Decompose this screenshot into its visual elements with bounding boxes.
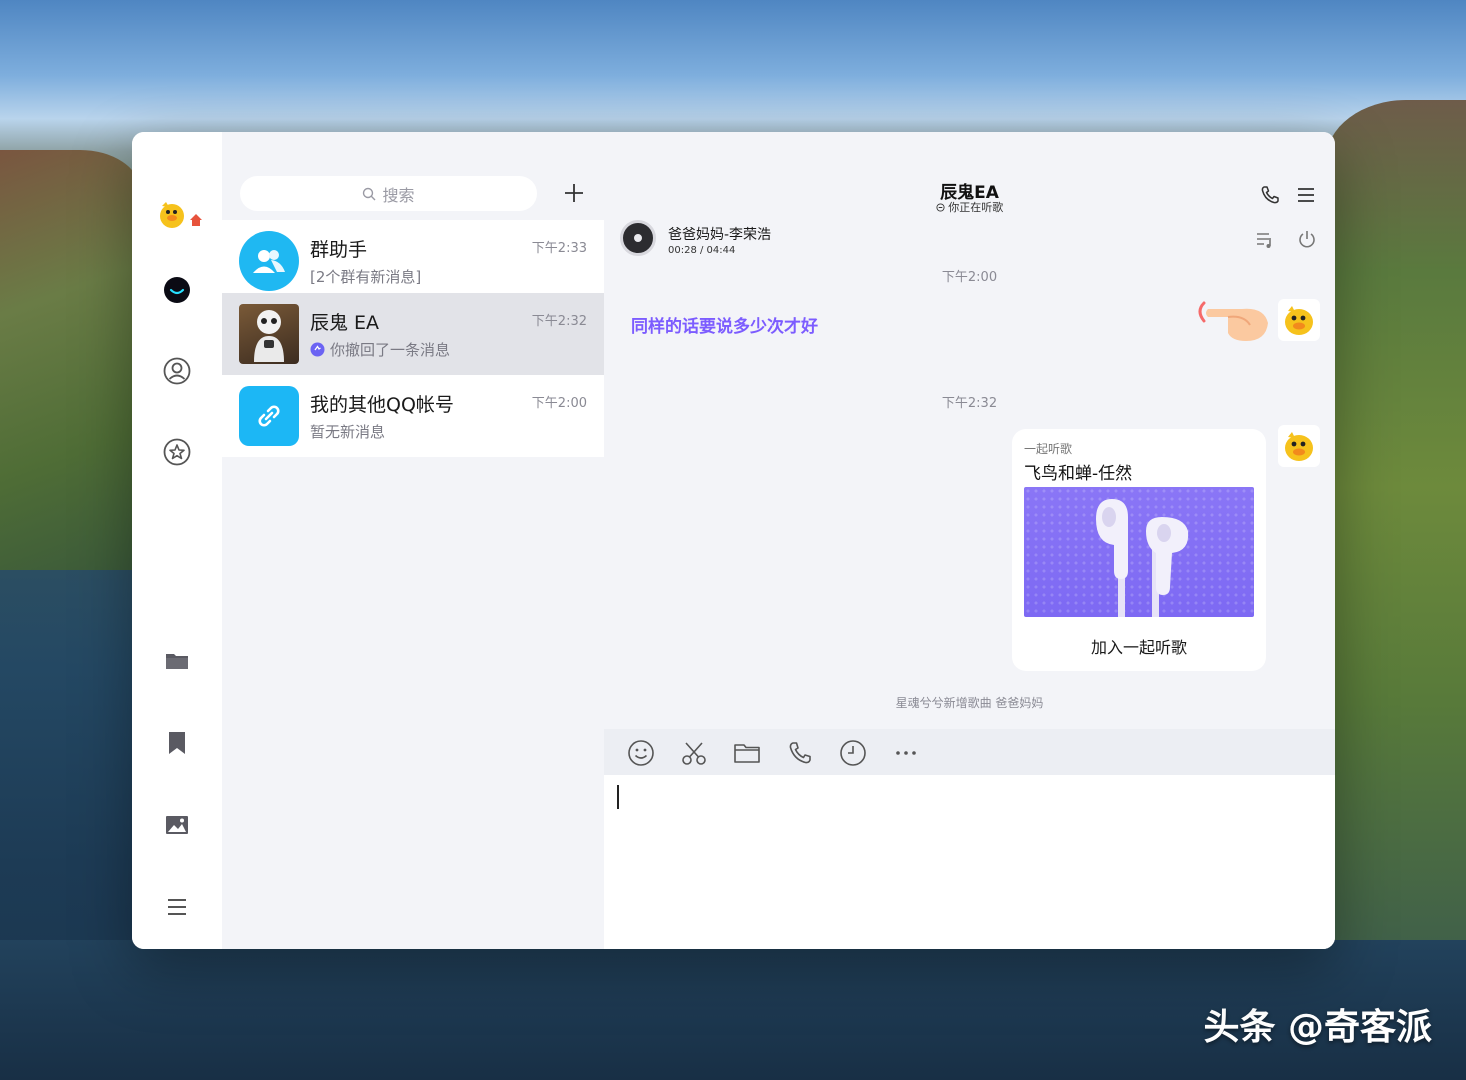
- pointing-hand-sticker: [1198, 301, 1268, 341]
- chat-preview-text: 暂无新消息: [310, 423, 386, 441]
- chat-name: 我的其他QQ帐号: [310, 394, 454, 416]
- chat-item-group-assistant[interactable]: 群助手 [2个群有新消息] 下午2:33: [222, 220, 604, 302]
- folder-send-icon[interactable]: [733, 739, 761, 767]
- qq-window: 搜索 群助手 [2个群有新消息] 下午2:33 辰鬼 EA 你撤回了一条消息 下…: [132, 132, 1335, 949]
- chat-item-chengui-ea[interactable]: 辰鬼 EA 你撤回了一条消息 下午2:32: [222, 293, 604, 375]
- chat-preview: 暂无新消息: [310, 421, 385, 442]
- chat-preview: 你撤回了一条消息: [310, 339, 450, 360]
- group-assistant-icon: [239, 231, 299, 291]
- earphones-art-icon: [1024, 487, 1254, 617]
- scissors-screenshot-icon[interactable]: [680, 739, 708, 767]
- playlist-icon[interactable]: [1255, 231, 1275, 249]
- qq-penguin-avatar[interactable]: [156, 198, 202, 232]
- listen-together-card[interactable]: 一起听歌 飞鸟和蝉-任然 加入一起听歌: [1012, 429, 1266, 671]
- card-tag: 一起听歌: [1024, 442, 1073, 456]
- power-icon[interactable]: [1297, 229, 1317, 249]
- contacts-icon[interactable]: [160, 354, 194, 388]
- add-plus-icon[interactable]: [562, 181, 586, 205]
- chat-name: 辰鬼 EA: [310, 312, 380, 334]
- recall-badge-icon: [310, 342, 325, 357]
- music-disc-icon: [620, 220, 656, 256]
- chat-preview-text: [2个群有新消息]: [310, 268, 422, 286]
- listening-status: 你正在听歌: [604, 199, 1335, 215]
- song-time: 00:28 / 04:44: [668, 245, 736, 256]
- search-placeholder: 搜索: [382, 185, 415, 205]
- chat-time: 下午2:00: [531, 396, 587, 411]
- message-input[interactable]: [604, 775, 1335, 949]
- more-options-icon[interactable]: [892, 739, 920, 767]
- discover-star-icon[interactable]: [160, 435, 194, 469]
- recall-message-text: 同样的话要说多少次才好: [631, 317, 818, 337]
- input-toolbar: [604, 729, 1335, 775]
- chat-time: 下午2:33: [531, 241, 587, 256]
- link-icon: [239, 386, 299, 446]
- join-listen-button[interactable]: 加入一起听歌: [1012, 634, 1266, 658]
- my-avatar[interactable]: [1278, 299, 1320, 341]
- song-name: 爸爸妈妈-李荣浩: [668, 227, 772, 243]
- my-avatar[interactable]: [1278, 425, 1320, 467]
- chat-list-panel: 搜索 群助手 [2个群有新消息] 下午2:33 辰鬼 EA 你撤回了一条消息 下…: [222, 132, 604, 949]
- chat-name: 群助手: [310, 239, 368, 261]
- photo-icon[interactable]: [160, 808, 194, 842]
- sidebar: [132, 132, 222, 949]
- chat-preview-text: 你撤回了一条消息: [330, 341, 451, 359]
- phone-call-icon[interactable]: [1259, 184, 1281, 206]
- system-message: 星魂兮兮新增歌曲 爸爸妈妈: [895, 696, 1044, 710]
- search-icon: [363, 187, 376, 200]
- message-timestamp: 下午2:00: [941, 270, 998, 285]
- folder-icon[interactable]: [160, 644, 194, 678]
- robot-avatar: [239, 304, 299, 364]
- chat-preview: [2个群有新消息]: [310, 266, 421, 287]
- card-song-title: 飞鸟和蝉-任然: [1024, 464, 1133, 484]
- conversation-pane: 辰鬼EA 你正在听歌 爸爸妈妈-李荣浩 00:28 / 04:44 下午2:00…: [604, 132, 1335, 949]
- search-input[interactable]: 搜索: [240, 176, 537, 211]
- listening-status-text: 你正在听歌: [948, 201, 1004, 214]
- text-caret: [617, 785, 619, 809]
- desktop-hill-right: [1326, 100, 1466, 960]
- chat-time: 下午2:32: [531, 314, 587, 329]
- voice-call-icon[interactable]: [786, 739, 814, 767]
- menu-icon[interactable]: [160, 890, 194, 924]
- watermark: 头条 @奇客派: [1203, 1007, 1432, 1048]
- messages-icon[interactable]: [160, 273, 194, 307]
- desktop-hill-left: [0, 150, 140, 570]
- message-timestamp: 下午2:32: [941, 396, 998, 411]
- listening-music-bar[interactable]: 爸爸妈妈-李荣浩 00:28 / 04:44: [618, 218, 1321, 262]
- listening-icon: [936, 203, 945, 212]
- clock-history-icon[interactable]: [839, 739, 867, 767]
- bookmark-icon[interactable]: [160, 726, 194, 760]
- emoji-icon[interactable]: [627, 739, 655, 767]
- chat-item-other-accounts[interactable]: 我的其他QQ帐号 暂无新消息 下午2:00: [222, 375, 604, 457]
- more-menu-icon[interactable]: [1295, 184, 1317, 206]
